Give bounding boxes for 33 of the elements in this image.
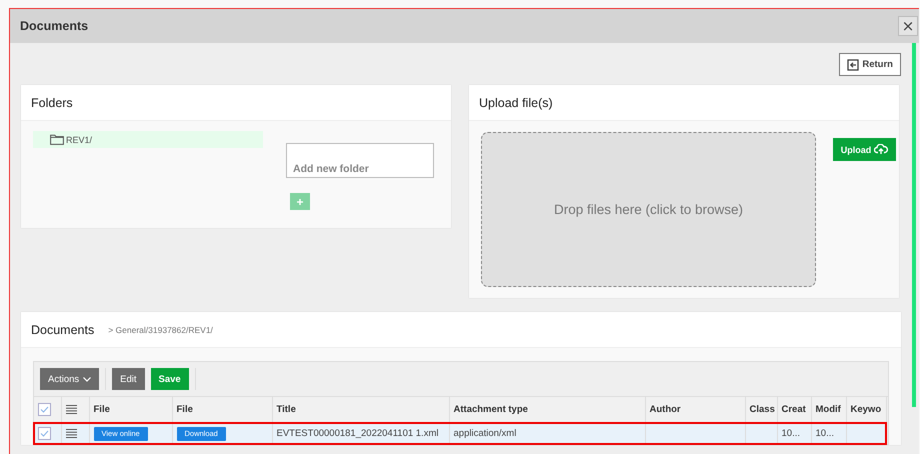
column-header[interactable]: Modif [816,404,841,415]
column-header[interactable]: Class [750,404,775,415]
toolbar-button[interactable]: Edit [112,368,145,390]
folder-icon [50,134,64,145]
column-header[interactable]: Author [650,404,681,415]
table-cell: 10... [816,428,834,439]
column-header[interactable]: Attachment type [454,404,528,415]
card-title: Documents [31,322,94,336]
table-cell: application/xml [454,428,516,439]
exit-icon [847,58,860,70]
new-folder-field[interactable]: Add new folder [286,143,434,178]
window-title: Documents [20,19,88,33]
menu-icon[interactable] [66,405,76,414]
column-header[interactable]: File [176,404,193,415]
select-all-checkbox[interactable] [38,403,51,416]
row-checkbox[interactable] [38,427,51,440]
cloud-upload-icon [874,144,888,155]
return-button[interactable]: Return [839,53,901,76]
scrollbar-thumb[interactable] [912,43,916,407]
menu-icon[interactable] [66,429,76,438]
close-button[interactable]: × [898,16,918,36]
toolbar-button[interactable]: Actions [40,368,100,390]
table-cell: 10... [782,428,800,439]
column-header[interactable]: Keywo [850,404,882,415]
folder-item[interactable]: REV1/ [33,131,263,148]
card-title: Folders [31,96,73,110]
caret-icon [83,376,92,382]
column-header[interactable]: Title [276,404,296,415]
card-title: Upload file(s) [479,96,553,110]
column-header[interactable]: File [94,404,110,415]
column-header[interactable]: Creat [782,404,806,415]
table-cell: EVTEST00000181_2022041101 1.xml [276,428,438,439]
breadcrumb: > General/31937862/REV1/ [108,324,213,334]
